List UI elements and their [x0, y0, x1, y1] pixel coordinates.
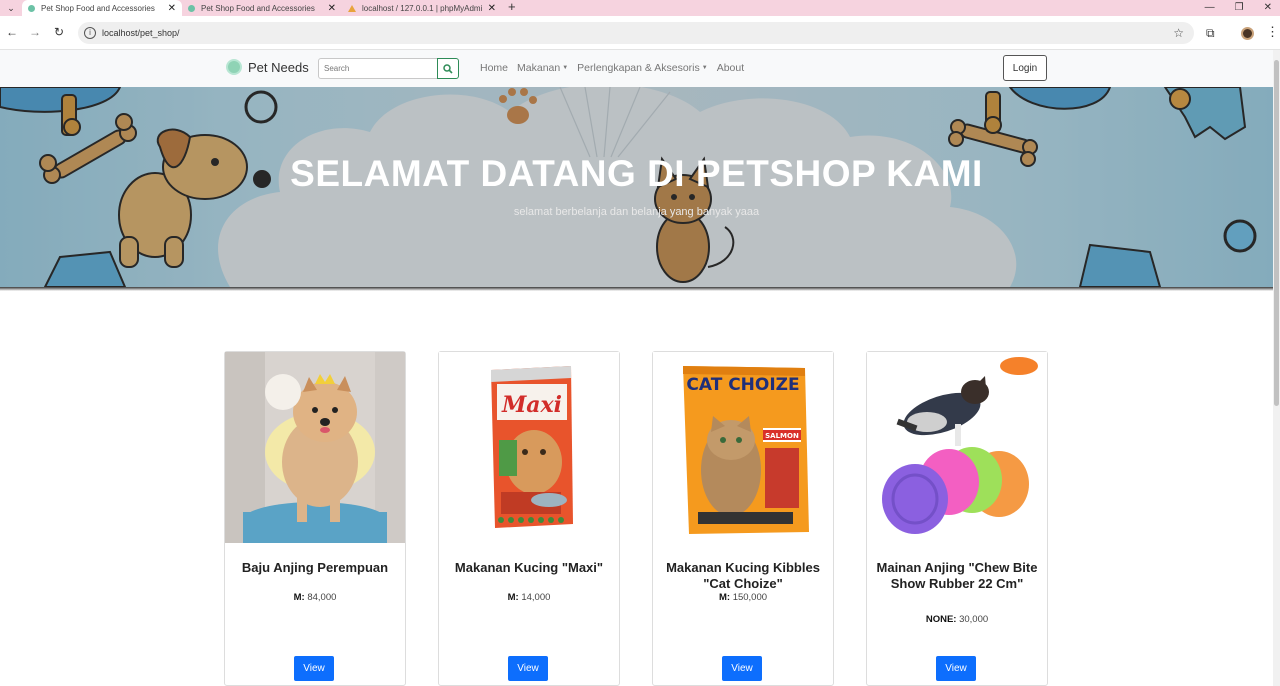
profile-avatar[interactable]	[1241, 27, 1254, 40]
nav-link-about[interactable]: About	[717, 62, 744, 74]
price-label: M:	[507, 592, 519, 603]
product-image-maxi: Maxi	[439, 352, 619, 543]
product-name: Mainan Anjing "Chew Bite Show Rubber 22 …	[876, 560, 1038, 591]
site-favicon-icon	[28, 4, 35, 12]
scrollbar-thumb[interactable]	[1274, 60, 1279, 406]
price-label: NONE:	[925, 614, 957, 625]
hero-subtitle: selamat berbelanja dan belanja yang bany…	[513, 206, 760, 218]
close-icon[interactable]: ✕	[168, 3, 176, 14]
close-icon[interactable]: ✕	[328, 3, 336, 14]
price-value: 84,000	[307, 592, 337, 603]
price-value: 150,000	[732, 592, 768, 603]
product-name: Baju Anjing Perempuan	[241, 560, 389, 575]
nav-link-makanan[interactable]: Makanan ▼	[517, 62, 568, 74]
nav-link-home[interactable]: Home	[480, 62, 508, 74]
extensions-icon[interactable]: ⧉	[1206, 26, 1215, 41]
brand[interactable]: Pet Needs	[226, 59, 309, 75]
nav-link-perlengkapan[interactable]: Perlengkapan & Aksesoris ▼	[577, 62, 708, 74]
browser-toolbar: ← → ↻ i localhost/pet_shop/ ☆ ⧉ ⋮	[0, 16, 1280, 50]
nav-link-label: Makanan	[517, 62, 561, 74]
search-icon	[443, 63, 453, 74]
address-bar[interactable]: i localhost/pet_shop/ ☆	[78, 22, 1194, 44]
window-close-icon[interactable]: ✕	[1264, 2, 1272, 13]
price-value: 14,000	[521, 592, 551, 603]
nav-link-label: About	[716, 62, 745, 74]
browser-menu-icon[interactable]: ⋮	[1266, 24, 1279, 40]
price-value: 30,000	[959, 614, 989, 625]
tab-search-icon[interactable]: ⌄	[0, 0, 22, 16]
site-navbar: Pet Needs Home Makanan▼ Perlengkapan & A…	[0, 50, 1273, 87]
search-button[interactable]	[437, 58, 459, 79]
view-button[interactable]: View	[294, 656, 334, 681]
caret-down-icon: ▼	[562, 65, 569, 71]
product-price: M: 14,000	[439, 592, 619, 603]
product-image-cat-choize: CAT CHOIZE SALMON	[653, 352, 833, 543]
browser-tab-1[interactable]: Pet Shop Food and Accessories ✕	[22, 0, 182, 16]
view-button[interactable]: View	[936, 656, 976, 681]
product-image-dog-dress	[225, 352, 405, 543]
login-button[interactable]: Login	[1003, 55, 1047, 81]
minimize-icon[interactable]: —	[1205, 2, 1215, 13]
page-scrollbar[interactable]	[1273, 50, 1280, 686]
product-name: Makanan Kucing "Maxi"	[454, 560, 604, 575]
browser-tab-3[interactable]: localhost / 127.0.0.1 | phpMyAdmin ✕	[342, 0, 502, 16]
pet-needs-logo-icon	[226, 59, 242, 75]
product-price: NONE: 30,000	[867, 614, 1047, 625]
caret-down-icon: ▼	[701, 65, 708, 71]
nav-links: Home Makanan ▼ Perlengkapan & Aksesoris ▼ …	[480, 62, 744, 74]
product-name: Makanan Kucing Kibbles "Cat Choize"	[666, 560, 820, 591]
phpmyadmin-favicon-icon	[348, 4, 356, 12]
tab-title: Pet Shop Food and Accessories	[201, 3, 315, 13]
nav-link-label: Home	[480, 62, 509, 74]
product-card: Baju Anjing Perempuan M: 84,000 View	[224, 351, 406, 686]
search-input[interactable]	[318, 58, 438, 79]
view-button[interactable]: View	[508, 656, 548, 681]
site-info-icon[interactable]: i	[84, 27, 96, 39]
product-image-frisbee	[867, 352, 1047, 543]
brand-name: Pet Needs	[248, 59, 309, 75]
catchoize-brand-text: CAT CHOIZE	[686, 375, 799, 395]
view-button[interactable]: View	[722, 656, 762, 681]
reload-icon[interactable]: ↻	[47, 25, 71, 39]
site-favicon-icon	[188, 4, 195, 12]
tab-title: Pet Shop Food and Accessories	[41, 3, 155, 13]
maxi-brand-text: Maxi	[501, 392, 562, 418]
url-text: localhost/pet_shop/	[102, 28, 180, 38]
tab-title: localhost / 127.0.0.1 | phpMyAdmin	[362, 3, 482, 13]
browser-tab-strip: ⌄ Pet Shop Food and Accessories ✕ Pet Sh…	[0, 0, 1280, 16]
hero-shadow	[0, 287, 1273, 291]
price-label: M:	[718, 592, 731, 603]
new-tab-icon[interactable]: +	[508, 0, 516, 16]
price-label: M:	[293, 592, 305, 603]
product-card: Mainan Anjing "Chew Bite Show Rubber 22 …	[866, 351, 1048, 686]
product-price: M: 84,000	[225, 592, 405, 603]
back-arrow-icon[interactable]: ←	[0, 25, 24, 39]
window-controls: — ❐ ✕	[1205, 0, 1272, 14]
catchoize-variant-text: SALMON	[765, 432, 799, 440]
nav-link-label: Perlengkapan & Aksesoris	[577, 62, 700, 74]
forward-arrow-icon[interactable]: →	[23, 25, 47, 39]
browser-tab-2[interactable]: Pet Shop Food and Accessories ✕	[182, 0, 342, 16]
restore-icon[interactable]: ❐	[1235, 2, 1244, 13]
product-card: Maxi Makanan Kucing "Maxi" M: 14,000 Vie…	[438, 351, 620, 686]
hero-title: SELAMAT DATANG DI PETSHOP KAMI	[290, 153, 983, 194]
close-icon[interactable]: ✕	[488, 3, 496, 14]
product-price: M: 150,000	[653, 592, 833, 603]
hero-banner: SELAMAT DATANG DI PETSHOP KAMI selamat b…	[0, 87, 1273, 287]
bookmark-star-icon[interactable]: ☆	[1173, 26, 1184, 40]
product-card: CAT CHOIZE SALMON Makanan Kucing Kibbles…	[652, 351, 834, 686]
